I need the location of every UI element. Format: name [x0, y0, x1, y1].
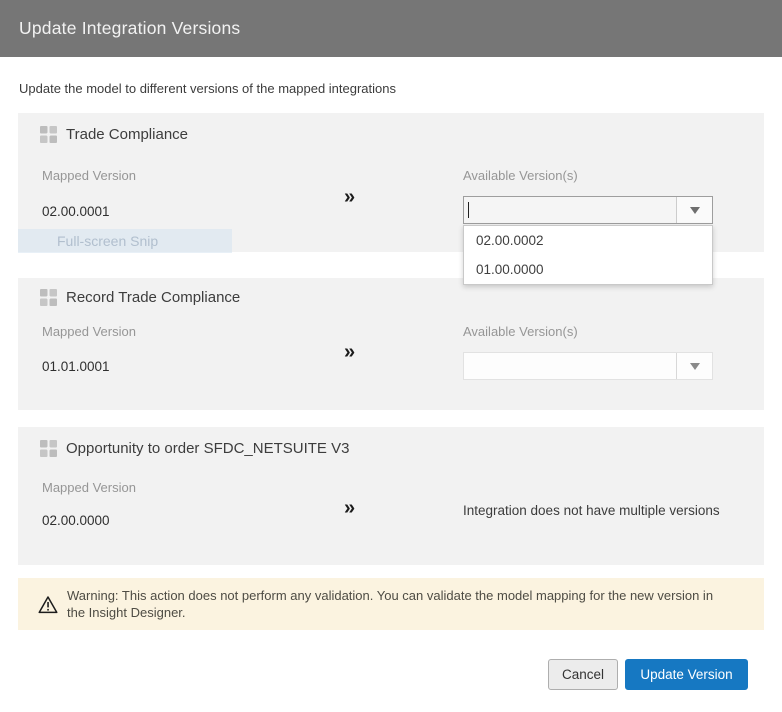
- dialog-header: Update Integration Versions: [0, 0, 782, 57]
- card-title: Record Trade Compliance: [66, 289, 240, 306]
- integration-icon: [40, 289, 57, 306]
- integration-icon: [40, 126, 57, 143]
- mapped-version-label: Mapped Version: [42, 168, 136, 183]
- dialog-title: Update Integration Versions: [0, 18, 240, 39]
- text-cursor: [468, 202, 469, 218]
- update-integration-versions-dialog: Update Integration Versions Update the m…: [0, 0, 782, 712]
- available-version-combobox[interactable]: [463, 352, 713, 380]
- combobox-input[interactable]: [464, 353, 676, 379]
- card-title: Trade Compliance: [66, 126, 188, 143]
- combobox-input[interactable]: [464, 197, 676, 223]
- available-versions-label: Available Version(s): [463, 324, 578, 339]
- cancel-button[interactable]: Cancel: [548, 659, 618, 690]
- integration-icon: [40, 440, 57, 457]
- combobox-dropdown-button[interactable]: [676, 197, 712, 223]
- map-arrow-icon: »: [344, 187, 355, 207]
- snip-tooltip-label: Full-screen Snip: [18, 233, 158, 249]
- warning-banner: Warning: This action does not perform an…: [18, 578, 764, 630]
- available-versions-label: Available Version(s): [463, 168, 578, 183]
- chevron-down-icon: [690, 207, 700, 214]
- mapped-version-value: 02.00.0000: [42, 513, 110, 528]
- mapped-version-value: 02.00.0001: [42, 204, 110, 219]
- update-version-button[interactable]: Update Version: [625, 659, 748, 690]
- map-arrow-icon: »: [344, 342, 355, 362]
- available-version-combobox[interactable]: [463, 196, 713, 224]
- integration-card-opportunity-to-order: Opportunity to order SFDC_NETSUITE V3 Ma…: [18, 427, 764, 565]
- combobox-dropdown-button[interactable]: [676, 353, 712, 379]
- mapped-version-value: 01.01.0001: [42, 359, 110, 374]
- chevron-down-icon: [690, 363, 700, 370]
- no-versions-message: Integration does not have multiple versi…: [463, 503, 720, 518]
- warning-triangle-icon: [38, 595, 58, 614]
- snip-tooltip-artifact: Full-screen Snip: [18, 229, 232, 253]
- version-dropdown-list: 02.00.0002 01.00.0000: [463, 225, 713, 285]
- card-title: Opportunity to order SFDC_NETSUITE V3: [66, 440, 349, 457]
- dropdown-option[interactable]: 01.00.0000: [464, 255, 712, 284]
- integration-card-record-trade-compliance: Record Trade Compliance Mapped Version 0…: [18, 278, 764, 410]
- mapped-version-label: Mapped Version: [42, 480, 136, 495]
- dialog-subtitle: Update the model to different versions o…: [19, 81, 396, 96]
- dropdown-option[interactable]: 02.00.0002: [464, 226, 712, 255]
- mapped-version-label: Mapped Version: [42, 324, 136, 339]
- dialog-footer: Cancel Update Version: [548, 659, 748, 690]
- map-arrow-icon: »: [344, 498, 355, 518]
- warning-text: Warning: This action does not perform an…: [67, 587, 724, 621]
